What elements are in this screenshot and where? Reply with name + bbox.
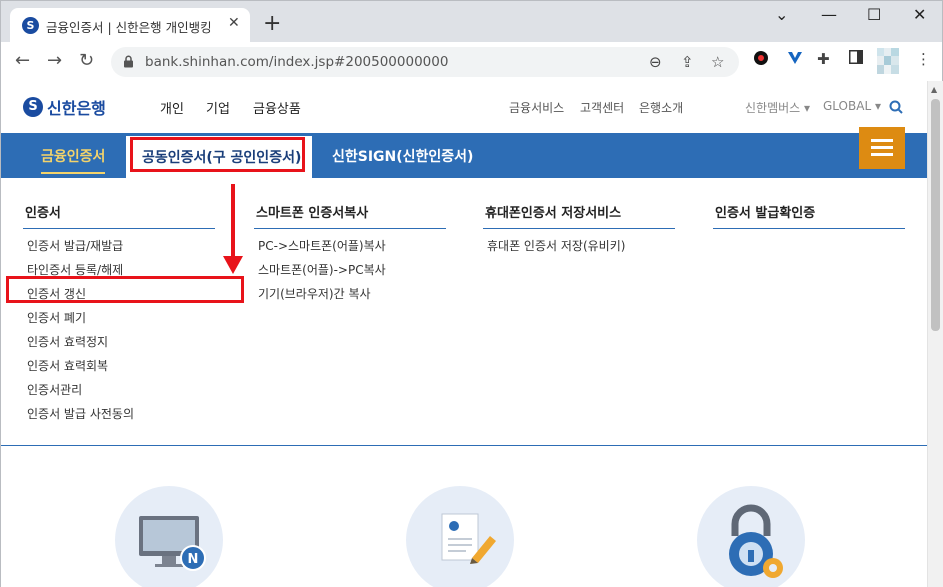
extension-record-icon[interactable] [753,50,769,70]
menu-item-suspend[interactable]: 인증서 효력정지 [23,331,215,355]
menu-item-phone-to-pc[interactable]: 스마트폰(어플)->PC복사 [254,259,446,283]
scroll-up-icon[interactable]: ▲ [931,85,937,94]
util-about-bank[interactable]: 은행소개 [639,99,683,116]
gnb-corporate[interactable]: 기업 [206,98,230,117]
annotation-arrow-icon [223,184,243,274]
new-tab-button[interactable]: + [263,13,281,35]
shinhan-favicon-icon: S [22,17,39,34]
shinhan-logo[interactable]: S 신한은행 [23,95,106,119]
util-financial-service[interactable]: 금융서비스 [509,99,564,116]
profile-avatar[interactable] [877,48,899,78]
logo-mark-icon: S [23,97,43,117]
menu-item-manage[interactable]: 인증서관리 [23,379,215,403]
menu-item-issue[interactable]: 인증서 발급/재발급 [23,235,215,259]
forward-arrow-icon[interactable]: → [47,50,62,71]
page-scrollbar[interactable]: ▲ [927,81,943,587]
svg-text:N: N [188,552,199,567]
column-title: 휴대폰인증서 저장서비스 [483,202,675,229]
address-bar[interactable]: bank.shinhan.com/index.jsp#200500000000 … [111,47,739,77]
tab-financial-certificate[interactable]: 금융인증서 [41,146,105,166]
back-arrow-icon[interactable]: ← [15,50,30,71]
hamburger-menu-icon[interactable] [859,127,905,169]
lock-icon [124,55,133,68]
column-title: 스마트폰 인증서복사 [254,202,446,229]
menu-column-smartphone-copy: 스마트폰 인증서복사 PC->스마트폰(어플)복사 스마트폰(어플)->PC복사… [254,202,446,307]
active-tab-underline [41,172,105,174]
tab-shinhan-sign[interactable]: 신한SIGN(신한인증서) [332,146,473,166]
browser-toolbar: ← → ↻ bank.shinhan.com/index.jsp#2005000… [0,42,943,81]
column-title: 인증서 [23,202,215,229]
menu-item-restore[interactable]: 인증서 효력회복 [23,355,215,379]
tab-search-icon[interactable]: ⌄ [775,5,788,24]
extension-v-icon[interactable] [787,50,803,70]
annotation-red-box-tab [130,137,305,172]
certificate-dropdown-panel: 인증서 인증서 발급/재발급 타인증서 등록/해제 인증서 갱신 인증서 폐기 … [1,178,927,446]
menu-item-device-copy[interactable]: 기기(브라우저)간 복사 [254,283,446,307]
gnb-personal[interactable]: 개인 [160,98,184,117]
lock-gear-icon[interactable] [697,486,805,587]
column-title[interactable]: 인증서 발급확인증 [713,202,905,229]
menu-column-certificate: 인증서 인증서 발급/재발급 타인증서 등록/해제 인증서 갱신 인증서 폐기 … [23,202,215,427]
share-icon[interactable]: ⇪ [681,53,694,71]
browser-tab[interactable]: S 금융인증서 | 신한은행 개인뱅킹 ✕ [10,8,250,43]
maximize-button[interactable]: ☐ [867,5,881,24]
util-customer-center[interactable]: 고객센터 [580,99,624,116]
site-content: S 신한은행 개인 기업 금융상품 금융서비스 고객센터 은행소개 신한멤버스 … [0,81,927,587]
computer-certificate-icon[interactable]: N [115,486,223,587]
url-text: bank.shinhan.com/index.jsp#200500000000 [145,54,449,70]
certificate-menu-bar: 금융인증서 공동인증서(구 공인인증서) 신한SIGN(신한인증서) [1,127,927,178]
menu-item-pre-consent[interactable]: 인증서 발급 사전동의 [23,403,215,427]
tab-close-icon[interactable]: ✕ [228,15,240,31]
minimize-button[interactable]: — [821,5,837,24]
zoom-icon[interactable]: ⊖ [649,53,662,71]
extensions-puzzle-icon[interactable]: ✚ [817,50,830,68]
tab-title: 금융인증서 | 신한은행 개인뱅킹 [46,20,212,35]
document-pen-icon[interactable] [406,486,514,587]
bookmark-star-icon[interactable]: ☆ [711,53,724,71]
member-dropdown[interactable]: 신한멤버스 ▾ [745,99,810,116]
menu-item-revoke[interactable]: 인증서 폐기 [23,307,215,331]
side-panel-icon[interactable] [849,50,863,68]
menu-column-phone-storage: 휴대폰인증서 저장서비스 휴대폰 인증서 저장(유비키) [483,202,675,259]
reload-icon[interactable]: ↻ [79,50,94,71]
annotation-red-box-renew [6,276,244,303]
scroll-thumb[interactable] [931,99,940,331]
global-dropdown[interactable]: GLOBAL ▾ [823,99,881,113]
menu-item-ubikey[interactable]: 휴대폰 인증서 저장(유비키) [483,235,675,259]
menu-item-pc-to-phone[interactable]: PC->스마트폰(어플)복사 [254,235,446,259]
close-window-button[interactable]: ✕ [913,5,926,24]
logo-text: 신한은행 [47,99,106,118]
menu-column-issue-confirmation: 인증서 발급확인증 [713,202,905,229]
gnb-products[interactable]: 금융상품 [253,98,301,117]
search-icon[interactable] [889,100,903,114]
browser-tabstrip: S 금융인증서 | 신한은행 개인뱅킹 ✕ + ⌄ — ☐ ✕ [0,0,943,43]
more-menu-icon[interactable]: ⋮ [916,50,931,68]
